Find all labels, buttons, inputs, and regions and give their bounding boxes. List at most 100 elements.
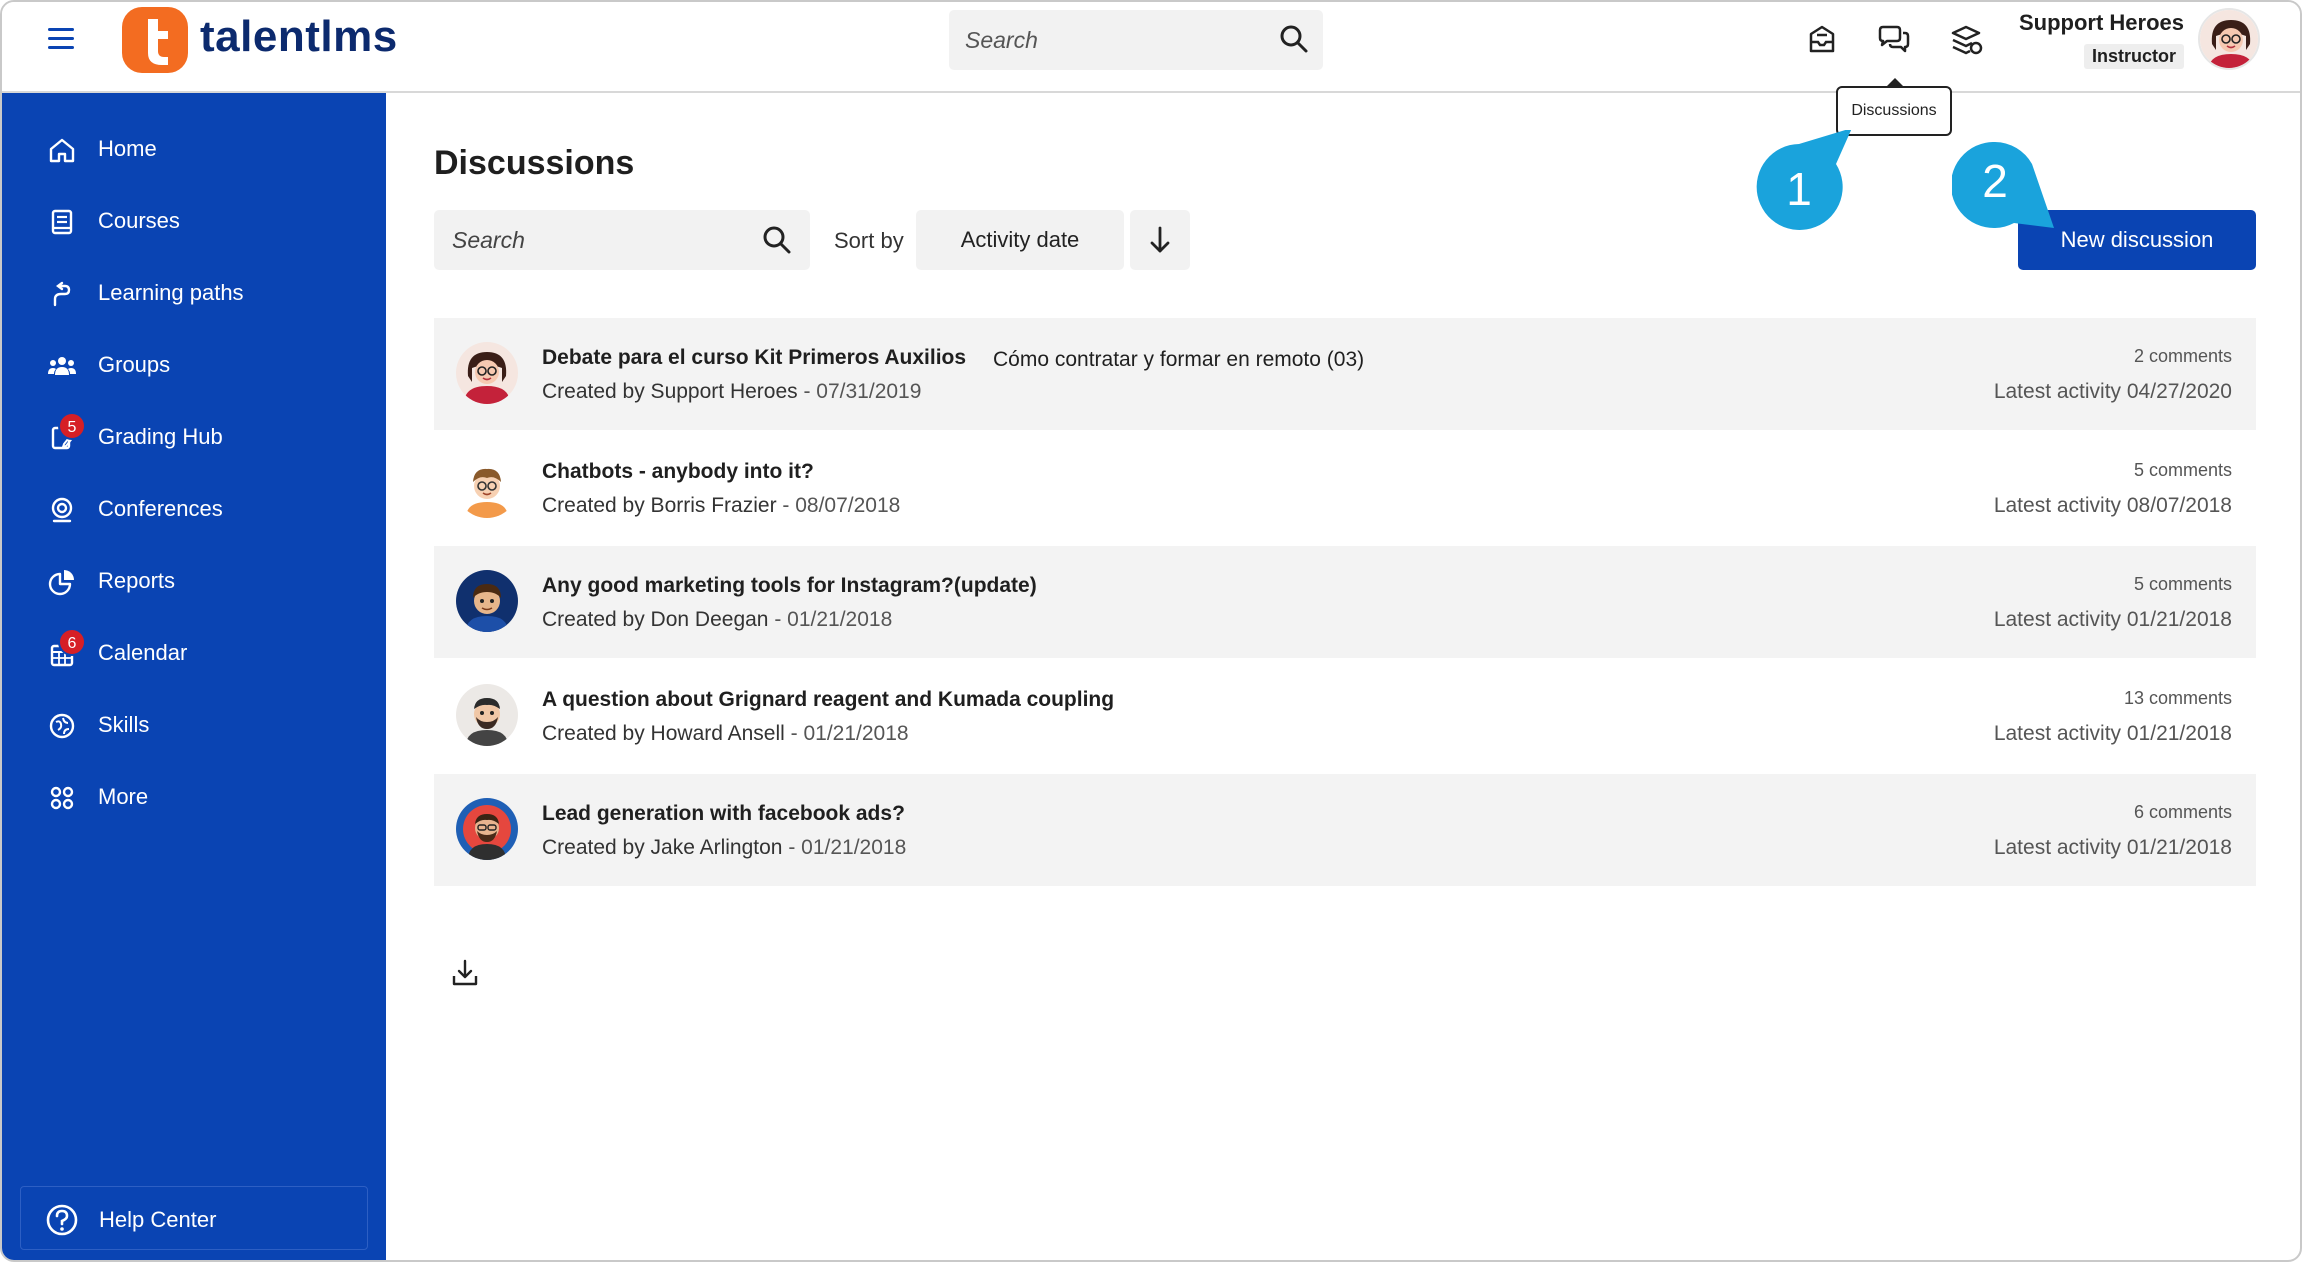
discussion-date: - 07/31/2019	[797, 380, 922, 403]
discussion-title[interactable]: Chatbots - anybody into it?	[542, 460, 814, 484]
course-store-icon[interactable]	[1946, 20, 1986, 60]
sidebar: Home Courses Learning paths Groups 5 Gra…	[2, 93, 386, 1260]
talentlms-logo-icon	[122, 7, 188, 73]
discussion-title[interactable]: Debate para el curso Kit Primeros Auxili…	[542, 346, 966, 370]
author-avatar	[456, 570, 518, 632]
inbox-icon[interactable]	[1802, 20, 1842, 60]
calendar-badge: 6	[58, 628, 86, 656]
arrow-down-icon	[1150, 226, 1170, 253]
sidebar-item-grading-hub[interactable]: 5 Grading Hub	[2, 408, 386, 468]
global-search-input[interactable]	[965, 10, 1265, 70]
groups-icon	[48, 357, 76, 375]
sidebar-item-groups[interactable]: Groups	[2, 336, 386, 396]
page-title: Discussions	[434, 144, 635, 182]
more-icon	[50, 786, 74, 810]
sidebar-item-conferences[interactable]: Conferences	[2, 480, 386, 540]
reports-icon	[48, 570, 74, 596]
discussions-tooltip: Discussions	[1836, 86, 1952, 136]
discussion-search[interactable]	[434, 210, 810, 270]
discussion-search-input[interactable]	[452, 210, 752, 270]
discussion-row[interactable]: A question about Grignard reagent and Ku…	[434, 660, 2256, 772]
sidebar-item-reports[interactable]: Reports	[2, 552, 386, 612]
skills-icon	[49, 713, 75, 739]
sidebar-item-label: Reports	[98, 568, 176, 593]
top-bar: talentlms Support Heroes Instructor	[2, 2, 2300, 93]
comment-count: 13 comments	[2123, 688, 2232, 708]
discussion-author[interactable]: Created by Don Deegan	[542, 608, 768, 631]
author-avatar	[456, 798, 518, 860]
learning-paths-icon	[53, 281, 71, 307]
sidebar-item-label: Courses	[98, 208, 180, 233]
discussion-author[interactable]: Created by Jake Arlington	[542, 836, 782, 859]
callout-number: 1	[1786, 163, 1812, 215]
sidebar-item-label: Calendar	[98, 640, 188, 665]
sidebar-item-label: Grading Hub	[98, 424, 223, 449]
discussion-meta: Created by Howard Ansell - 01/21/2018	[542, 722, 909, 746]
callout-1: 1	[1756, 130, 1852, 230]
app-window: talentlms Support Heroes Instructor Disc…	[0, 0, 2302, 1262]
user-avatar[interactable]	[2198, 8, 2260, 70]
author-avatar	[456, 456, 518, 518]
sidebar-item-courses[interactable]: Courses	[2, 192, 386, 252]
grading-hub-badge: 5	[58, 412, 86, 440]
sidebar-item-skills[interactable]: Skills	[2, 696, 386, 756]
sidebar-item-label: Skills	[98, 712, 150, 737]
sidebar-item-more[interactable]: More	[2, 768, 386, 828]
discussion-author[interactable]: Created by Borris Frazier	[542, 494, 777, 517]
latest-activity: Latest activity 08/07/2018	[1993, 494, 2232, 517]
search-icon[interactable]	[762, 225, 792, 255]
sidebar-item-label: Home	[98, 136, 157, 161]
discussions-icon[interactable]	[1874, 20, 1914, 60]
discussion-date: - 08/07/2018	[776, 494, 901, 517]
discussion-title[interactable]: A question about Grignard reagent and Ku…	[542, 688, 1114, 712]
comment-count: 5 comments	[2133, 460, 2232, 480]
sidebar-item-label: Learning paths	[98, 280, 244, 305]
sort-label: Sort by	[834, 228, 904, 253]
sort-direction-button[interactable]	[1130, 210, 1190, 270]
discussion-title[interactable]: Lead generation with facebook ads?	[542, 802, 905, 826]
menu-icon[interactable]	[48, 28, 78, 52]
discussion-row[interactable]: Chatbots - anybody into it? Created by B…	[434, 432, 2256, 544]
help-center-label: Help Center	[99, 1207, 217, 1232]
help-center-button[interactable]: Help Center	[20, 1186, 368, 1250]
sidebar-item-learning-paths[interactable]: Learning paths	[2, 264, 386, 324]
discussion-row[interactable]: Lead generation with facebook ads? Creat…	[434, 774, 2256, 886]
sidebar-item-calendar[interactable]: 6 Calendar	[2, 624, 386, 684]
latest-activity: Latest activity 04/27/2020	[1993, 380, 2232, 403]
comment-count: 6 comments	[2133, 802, 2232, 822]
discussion-title[interactable]: Any good marketing tools for Instagram?(…	[542, 574, 1037, 598]
discussion-course[interactable]: Cómo contratar y formar en remoto (03)	[993, 348, 1364, 372]
latest-activity: Latest activity 01/21/2018	[1993, 836, 2232, 859]
sort-select[interactable]: Activity date	[916, 210, 1124, 270]
help-icon	[46, 1204, 78, 1236]
callout-2: 2	[1952, 142, 2054, 228]
discussion-date: - 01/21/2018	[784, 722, 909, 745]
latest-activity: Latest activity 01/21/2018	[1993, 722, 2232, 745]
brand-name[interactable]: talentlms	[200, 12, 398, 62]
export-icon[interactable]	[450, 958, 480, 988]
global-search[interactable]	[949, 10, 1323, 70]
discussion-row[interactable]: Any good marketing tools for Instagram?(…	[434, 546, 2256, 658]
conferences-icon	[51, 497, 73, 523]
sidebar-item-home[interactable]: Home	[2, 120, 386, 180]
latest-activity: Latest activity 01/21/2018	[1993, 608, 2232, 631]
discussion-meta: Created by Jake Arlington - 01/21/2018	[542, 836, 906, 860]
discussion-author[interactable]: Created by Howard Ansell	[542, 722, 785, 745]
callout-number: 2	[1982, 155, 2008, 207]
sidebar-item-label: Groups	[98, 352, 171, 377]
sidebar-item-label: Conferences	[98, 496, 223, 521]
user-role-badge[interactable]: Instructor	[2083, 44, 2184, 69]
user-name[interactable]: Support Heroes	[2019, 10, 2184, 36]
discussion-author[interactable]: Created by Support Heroes	[542, 380, 798, 403]
sidebar-item-label: More	[98, 784, 149, 809]
discussion-date: - 01/21/2018	[782, 836, 907, 859]
discussion-meta: Created by Borris Frazier - 08/07/2018	[542, 494, 900, 518]
search-icon[interactable]	[1279, 24, 1309, 54]
comment-count: 5 comments	[2133, 574, 2232, 594]
author-avatar	[456, 342, 518, 404]
author-avatar	[456, 684, 518, 746]
comment-count: 2 comments	[2133, 346, 2232, 366]
discussion-date: - 01/21/2018	[768, 608, 893, 631]
home-icon	[49, 138, 75, 163]
discussion-row[interactable]: Debate para el curso Kit Primeros Auxili…	[434, 318, 2256, 430]
